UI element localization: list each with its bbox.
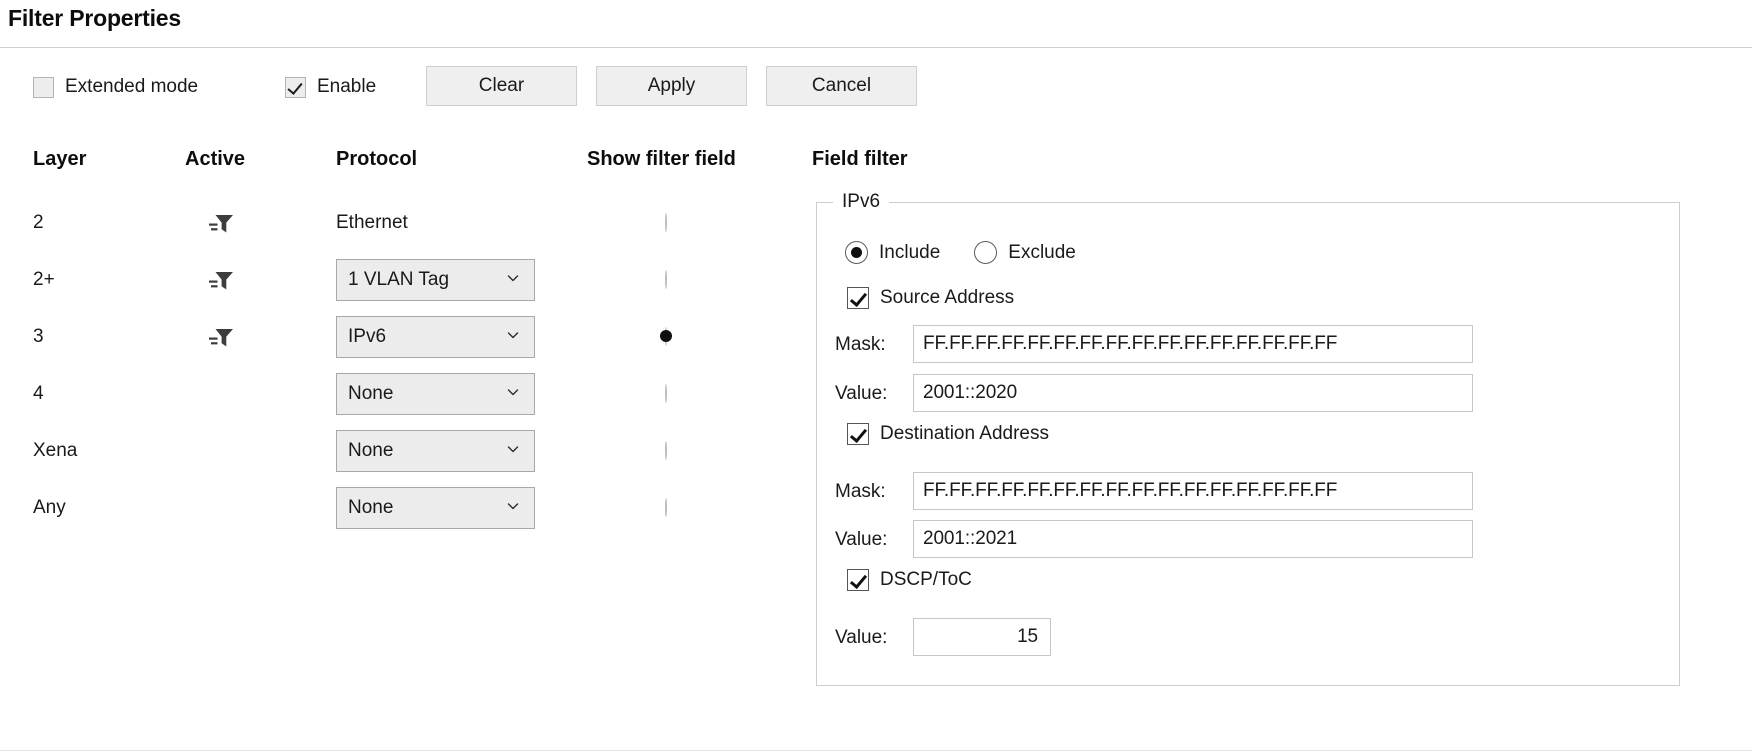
show-filter-field-radio[interactable]: [665, 383, 667, 403]
exclude-label: Exclude: [1008, 241, 1076, 263]
layer-label: Any: [33, 496, 66, 518]
radio-empty-icon: [665, 497, 667, 517]
footer-divider: [0, 750, 1752, 751]
protocol-dropdown-value: 1 VLAN Tag: [348, 268, 450, 290]
source-address-label: Source Address: [880, 287, 1015, 308]
enable-label: Enable: [317, 76, 377, 97]
show-filter-field-radio[interactable]: [665, 212, 667, 232]
table-row: 4 None: [0, 365, 760, 422]
show-filter-field-radio[interactable]: [665, 269, 667, 289]
radio-empty-icon: [665, 383, 667, 403]
layer-label: Xena: [33, 439, 78, 461]
table-row: Xena None: [0, 422, 760, 479]
protocol-dropdown[interactable]: 1 VLAN Tag: [336, 258, 535, 301]
groupbox-legend: IPv6: [833, 189, 890, 215]
exclude-radio[interactable]: Exclude: [974, 241, 1076, 264]
radio-selected-icon: [845, 241, 868, 264]
include-radio[interactable]: Include: [845, 241, 940, 264]
protocol-dropdown-value: None: [348, 496, 394, 518]
layer-label: 2: [33, 211, 44, 233]
radio-empty-icon: [974, 241, 998, 264]
protocol-dropdown-value: None: [348, 382, 394, 404]
source-mask-label: Mask:: [835, 334, 886, 355]
column-header-active: Active: [185, 148, 246, 170]
table-row: 2 Ethernet: [0, 194, 760, 251]
chevron-down-icon: [506, 326, 526, 348]
chevron-down-icon: [506, 269, 526, 291]
dscp-value-label: Value:: [835, 627, 888, 648]
protocol-dropdown[interactable]: IPv6: [336, 315, 535, 358]
show-filter-field-radio[interactable]: [665, 326, 667, 346]
source-value-label: Value:: [835, 383, 888, 404]
dscp-toc-checkbox[interactable]: DSCP/ToC: [847, 569, 1709, 591]
title-divider: [0, 47, 1752, 48]
column-header-layer: Layer: [33, 148, 87, 170]
chevron-down-icon: [506, 497, 526, 519]
cancel-button[interactable]: Cancel: [766, 66, 917, 106]
destination-address-label: Destination Address: [880, 423, 1049, 444]
source-address-checkbox[interactable]: Source Address: [847, 287, 1709, 309]
radio-empty-icon: [665, 440, 667, 460]
protocol-dropdown[interactable]: None: [336, 486, 535, 529]
dscp-value-input[interactable]: [913, 618, 1051, 656]
filter-funnel-icon[interactable]: [208, 269, 234, 291]
apply-button[interactable]: Apply: [596, 66, 747, 106]
table-row: Any None: [0, 479, 760, 536]
source-mask-input[interactable]: [913, 325, 1473, 363]
checkmark-icon: [847, 569, 869, 591]
radio-empty-icon: [665, 212, 667, 232]
table-row: 2+ 1 VLAN Tag: [0, 251, 760, 308]
extended-mode-label: Extended mode: [65, 76, 199, 97]
extended-mode-checkbox[interactable]: Extended mode: [33, 70, 198, 104]
dscp-toc-label: DSCP/ToC: [880, 569, 972, 590]
layer-label: 2+: [33, 268, 55, 290]
chevron-down-icon: [506, 383, 526, 405]
protocol-dropdown-value: None: [348, 439, 394, 461]
show-filter-field-radio[interactable]: [665, 497, 667, 517]
destination-value-label: Value:: [835, 529, 888, 550]
radio-empty-icon: [665, 269, 667, 289]
checkmark-icon: [285, 76, 306, 98]
protocol-dropdown[interactable]: None: [336, 429, 535, 472]
show-filter-field-radio[interactable]: [665, 440, 667, 460]
toolbar: Extended mode Enable Clear Apply Cancel: [0, 66, 1752, 112]
chevron-down-icon: [506, 440, 526, 462]
checkmark-icon: [847, 287, 869, 309]
protocol-label: Ethernet: [336, 211, 408, 233]
checkmark-icon: [847, 423, 869, 445]
column-header-protocol: Protocol: [336, 148, 418, 170]
include-label: Include: [879, 241, 941, 263]
column-header-show-filter-field: Show filter field: [587, 148, 736, 170]
destination-value-input[interactable]: [913, 520, 1473, 558]
filter-funnel-icon[interactable]: [208, 326, 234, 348]
protocol-dropdown[interactable]: None: [336, 372, 535, 415]
radio-selected-icon: [665, 326, 667, 346]
enable-checkbox[interactable]: Enable: [285, 70, 376, 104]
destination-mask-label: Mask:: [835, 481, 886, 502]
source-value-input[interactable]: [913, 374, 1473, 412]
layer-label: 4: [33, 382, 44, 404]
layer-label: 3: [33, 325, 44, 347]
checkbox-box-icon: [33, 76, 54, 98]
clear-button[interactable]: Clear: [426, 66, 577, 106]
destination-address-checkbox[interactable]: Destination Address: [847, 423, 1709, 445]
table-row: 3 IPv6: [0, 308, 760, 365]
destination-mask-input[interactable]: [913, 472, 1473, 510]
page-title: Filter Properties: [8, 5, 181, 31]
column-header-field-filter: Field filter: [812, 148, 908, 170]
filter-funnel-icon[interactable]: [208, 212, 234, 234]
field-filter-groupbox: IPv6 Include Exclude Source Address Mask…: [816, 189, 1680, 686]
protocol-dropdown-value: IPv6: [348, 325, 387, 347]
